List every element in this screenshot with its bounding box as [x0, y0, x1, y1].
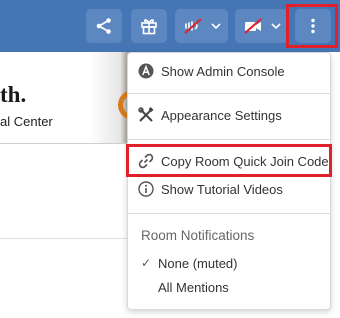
audio-muted-icon	[183, 17, 203, 35]
notification-option-label: All Mentions	[158, 280, 229, 295]
room-notifications-heading: Room Notifications	[141, 228, 255, 243]
menu-divider	[128, 139, 330, 140]
more-options-button[interactable]	[295, 9, 331, 43]
video-off-button[interactable]	[235, 9, 288, 43]
notification-option-label: None (muted)	[158, 256, 238, 271]
share-button[interactable]	[86, 9, 122, 43]
gift-button[interactable]	[131, 9, 167, 43]
video-off-icon	[243, 17, 263, 35]
menu-divider	[128, 213, 330, 214]
checkmark-icon: ✓	[141, 256, 152, 270]
menu-item-label: Show Tutorial Videos	[161, 182, 283, 197]
more-options-menu: Show Admin Console Appearance Settings C…	[127, 52, 331, 310]
menu-item-label: Appearance Settings	[161, 108, 282, 123]
chevron-down-icon	[210, 22, 221, 30]
menu-item-label: Show Admin Console	[161, 64, 285, 79]
chevron-down-icon	[270, 22, 281, 30]
admin-a-icon	[138, 63, 154, 79]
menu-item-label: Copy Room Quick Join Code	[161, 154, 329, 169]
share-icon	[95, 17, 113, 35]
menu-item-show-tutorial-videos[interactable]: Show Tutorial Videos	[128, 175, 330, 203]
menu-divider	[128, 93, 330, 94]
vertical-ellipsis-icon	[310, 18, 316, 34]
audio-muted-button[interactable]	[175, 9, 228, 43]
menu-item-show-admin-console[interactable]: Show Admin Console	[128, 57, 330, 85]
menu-item-copy-room-quick-join-code[interactable]: Copy Room Quick Join Code	[128, 147, 330, 175]
menu-item-appearance-settings[interactable]: Appearance Settings	[128, 101, 330, 129]
notification-option-all-mentions[interactable]: All Mentions	[128, 273, 330, 301]
gift-icon	[140, 17, 158, 35]
tools-icon	[138, 107, 154, 123]
banner-title: th.	[0, 82, 27, 107]
page-divider	[0, 238, 130, 239]
info-icon	[138, 181, 154, 197]
banner-subtitle: al Center	[0, 114, 53, 129]
top-toolbar	[0, 0, 340, 52]
link-icon	[138, 153, 154, 169]
